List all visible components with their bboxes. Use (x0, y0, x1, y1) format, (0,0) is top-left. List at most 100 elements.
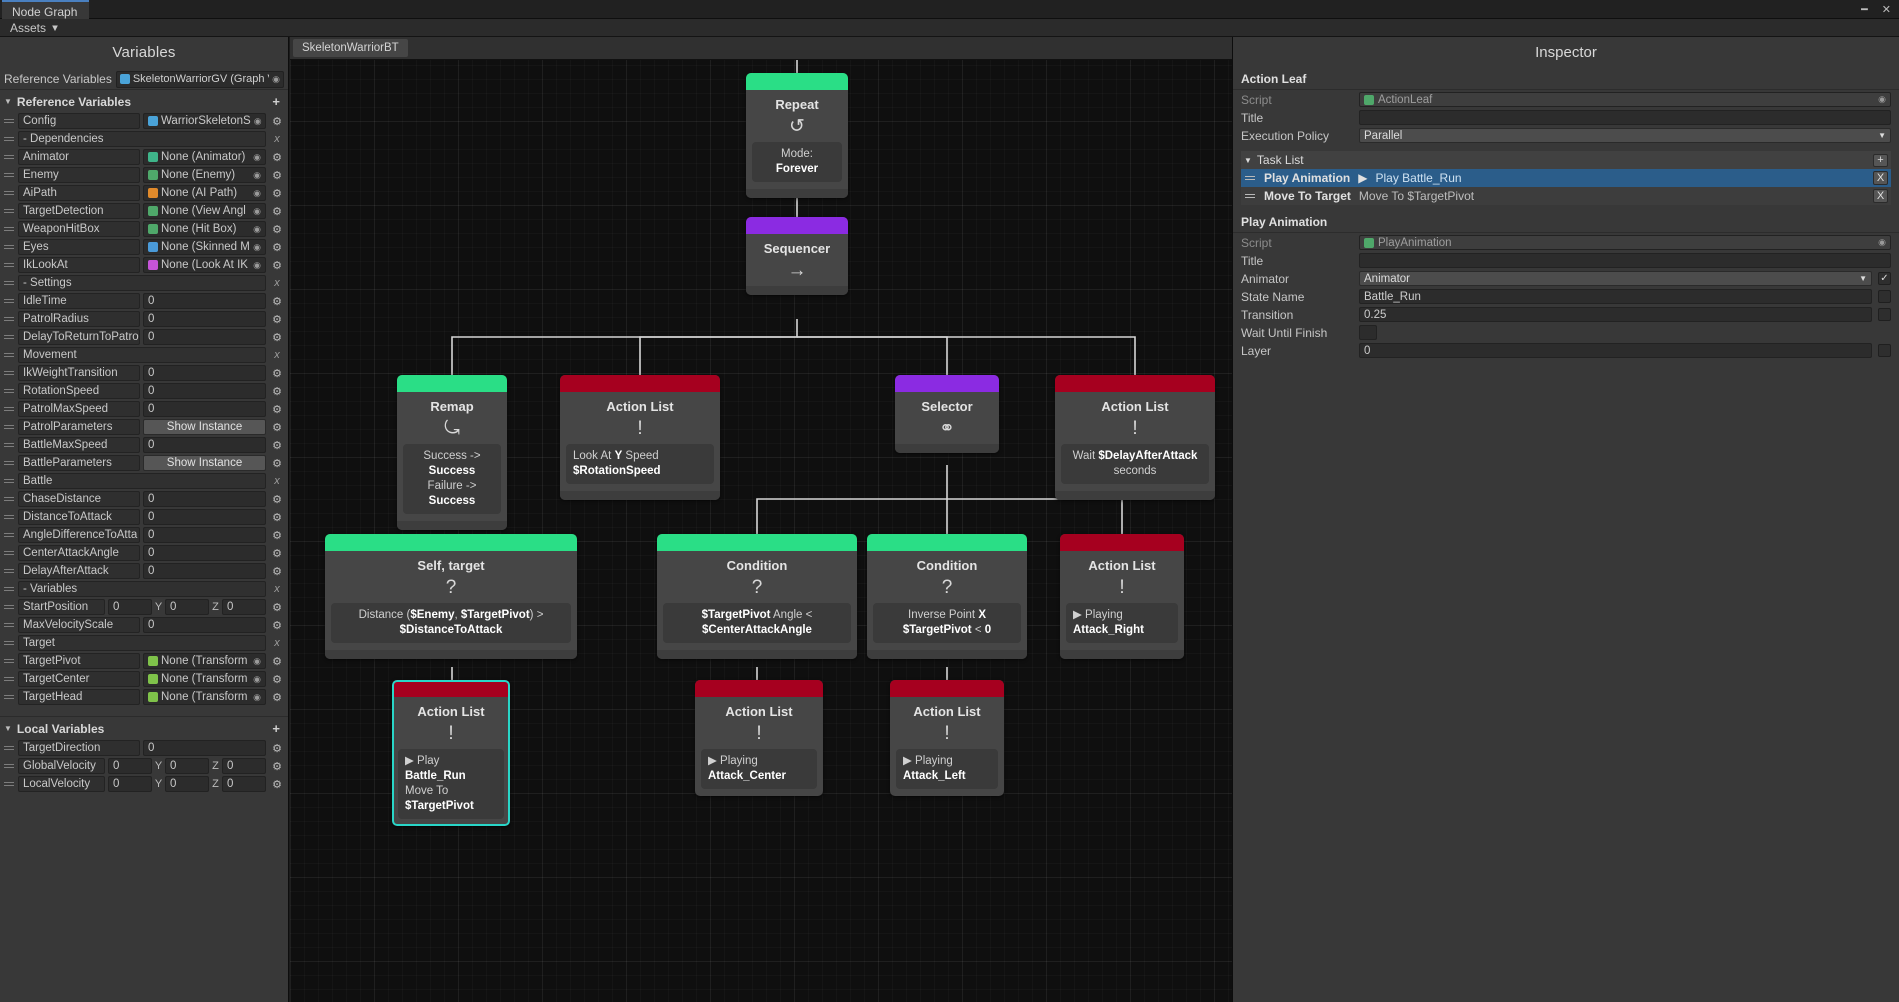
drag-handle-icon[interactable] (3, 387, 15, 395)
variable-name[interactable]: AiPath (18, 185, 140, 201)
drag-handle-icon[interactable] (3, 189, 15, 197)
gear-icon[interactable]: ⚙ (269, 259, 285, 272)
drag-handle-icon[interactable] (3, 780, 15, 788)
drag-handle-icon[interactable] (3, 369, 15, 377)
reference-variables-row[interactable]: Reference Variables SkeletonWarriorGV (G… (0, 69, 288, 89)
variable-value[interactable]: 0 (143, 509, 266, 525)
gear-icon[interactable]: ⚙ (269, 565, 285, 578)
field-checkbox[interactable] (1878, 290, 1891, 303)
variables-section-header[interactable]: ▼Reference Variables+ (0, 89, 288, 112)
graph-node-actionlist6[interactable]: Action List!▶ Playing Attack_Left (890, 680, 1004, 796)
variable-row[interactable]: TargetPivotNone (Transform◉⚙ (0, 652, 288, 670)
gear-icon[interactable]: ⚙ (269, 691, 285, 704)
variable-row[interactable]: IdleTime0⚙ (0, 292, 288, 310)
object-picker-icon[interactable]: ◉ (253, 206, 261, 217)
variable-row[interactable]: PatrolRadius0⚙ (0, 310, 288, 328)
field-dropdown[interactable]: Animator▼ (1359, 271, 1872, 286)
gear-icon[interactable]: ⚙ (269, 385, 285, 398)
remove-group-button[interactable]: x (269, 133, 285, 145)
graph-node-selector[interactable]: Selector⚭ (895, 375, 999, 453)
node-graph-canvas[interactable]: Repeat↺Mode: ForeverSequencer→Remap⤿Succ… (290, 37, 1232, 1002)
variable-value[interactable]: None (Transform◉ (143, 671, 266, 687)
variable-value[interactable]: 0 (143, 383, 266, 399)
show-instance-button[interactable]: Show Instance (143, 455, 266, 471)
gear-icon[interactable]: ⚙ (269, 403, 285, 416)
variable-name[interactable]: IdleTime (18, 293, 140, 309)
drag-handle-icon[interactable] (3, 315, 15, 323)
variable-name[interactable]: PatrolRadius (18, 311, 140, 327)
variable-name[interactable]: RotationSpeed (18, 383, 140, 399)
variable-row[interactable]: IkWeightTransition0⚙ (0, 364, 288, 382)
variable-value[interactable]: 0 (143, 437, 266, 453)
graph-node-cond2[interactable]: Condition?Inverse Point X $TargetPivot <… (867, 534, 1027, 659)
variable-value[interactable]: 0 (143, 293, 266, 309)
vector3-input[interactable]: 0Y0Z0 (108, 599, 266, 615)
drag-handle-icon[interactable] (3, 513, 15, 521)
drag-handle-icon[interactable] (3, 117, 15, 125)
variable-row[interactable]: EnemyNone (Enemy)◉⚙ (0, 166, 288, 184)
field-checkbox[interactable] (1878, 344, 1891, 357)
task-row[interactable]: Move To TargetMove To $TargetPivotX (1241, 187, 1891, 205)
drag-handle-icon[interactable] (3, 603, 15, 611)
variable-name[interactable]: Config (18, 113, 140, 129)
variable-name[interactable]: PatrolMaxSpeed (18, 401, 140, 417)
gear-icon[interactable]: ⚙ (269, 223, 285, 236)
variable-row[interactable]: EyesNone (Skinned M◉⚙ (0, 238, 288, 256)
drag-handle-icon[interactable] (3, 297, 15, 305)
window-controls[interactable]: ━ ✕ (1861, 3, 1891, 16)
drag-handle-icon[interactable] (1244, 192, 1256, 200)
variable-row[interactable]: StartPosition0Y0Z0⚙ (0, 598, 288, 616)
variable-name[interactable]: IkWeightTransition (18, 365, 140, 381)
graph-node-actionlist3[interactable]: Action List!▶ Playing Attack_Right (1060, 534, 1184, 659)
remove-group-button[interactable]: x (269, 583, 285, 595)
object-picker-icon[interactable]: ◉ (253, 692, 261, 703)
vector-z-input[interactable]: 0 (222, 599, 266, 615)
variable-value[interactable]: 0 (143, 617, 266, 633)
variable-value[interactable]: 0 (143, 491, 266, 507)
variable-name[interactable]: MaxVelocityScale (18, 617, 140, 633)
drag-handle-icon[interactable] (3, 459, 15, 467)
title-input[interactable] (1359, 110, 1891, 125)
field-checkbox[interactable] (1359, 325, 1377, 340)
variable-name[interactable]: TargetPivot (18, 653, 140, 669)
variable-row[interactable]: ConfigWarriorSkeletonS◉⚙ (0, 112, 288, 130)
variable-row[interactable]: DistanceToAttack0⚙ (0, 508, 288, 526)
vector-y-input[interactable]: 0 (165, 776, 209, 792)
variable-row[interactable]: AngleDifferenceToAtta0⚙ (0, 526, 288, 544)
variable-name[interactable]: DelayAfterAttack (18, 563, 140, 579)
variable-group-name[interactable]: Target (18, 635, 266, 651)
object-picker-icon[interactable]: ◉ (1878, 94, 1886, 105)
graph-node-repeat[interactable]: Repeat↺Mode: Forever (746, 73, 848, 198)
drag-handle-icon[interactable] (3, 225, 15, 233)
variable-group-name[interactable]: Battle (18, 473, 266, 489)
variable-row[interactable]: ChaseDistance0⚙ (0, 490, 288, 508)
graph-node-actionlist2[interactable]: Action List!Wait $DelayAfterAttack secon… (1055, 375, 1215, 500)
gear-icon[interactable]: ⚙ (269, 619, 285, 632)
drag-handle-icon[interactable] (3, 171, 15, 179)
variable-value[interactable]: None (View Angl◉ (143, 203, 266, 219)
variable-name[interactable]: PatrolParameters (18, 419, 140, 435)
object-picker-icon[interactable]: ◉ (253, 656, 261, 667)
gear-icon[interactable]: ⚙ (269, 601, 285, 614)
drag-handle-icon[interactable] (3, 405, 15, 413)
variable-row[interactable]: TargetDetectionNone (View Angl◉⚙ (0, 202, 288, 220)
gear-icon[interactable]: ⚙ (269, 421, 285, 434)
variable-name[interactable]: AngleDifferenceToAtta (18, 527, 140, 543)
variable-row[interactable]: PatrolParametersShow Instance⚙ (0, 418, 288, 436)
variable-value[interactable]: 0 (143, 329, 266, 345)
variable-row[interactable]: TargetDirection0⚙ (0, 739, 288, 757)
gear-icon[interactable]: ⚙ (269, 547, 285, 560)
variable-name[interactable]: DelayToReturnToPatro (18, 329, 140, 345)
variable-group-name[interactable]: - Dependencies (18, 131, 266, 147)
field-input[interactable]: 0.25 (1359, 307, 1872, 322)
vector-z-input[interactable]: 0 (222, 758, 266, 774)
remove-task-button[interactable]: X (1873, 171, 1888, 185)
vector3-input[interactable]: 0Y0Z0 (108, 758, 266, 774)
tab-node-graph[interactable]: Node Graph (2, 0, 89, 19)
variable-row[interactable]: RotationSpeed0⚙ (0, 382, 288, 400)
drag-handle-icon[interactable] (3, 567, 15, 575)
variable-row[interactable]: DelayAfterAttack0⚙ (0, 562, 288, 580)
variable-name[interactable]: BattleMaxSpeed (18, 437, 140, 453)
gear-icon[interactable]: ⚙ (269, 529, 285, 542)
variable-name[interactable]: Animator (18, 149, 140, 165)
